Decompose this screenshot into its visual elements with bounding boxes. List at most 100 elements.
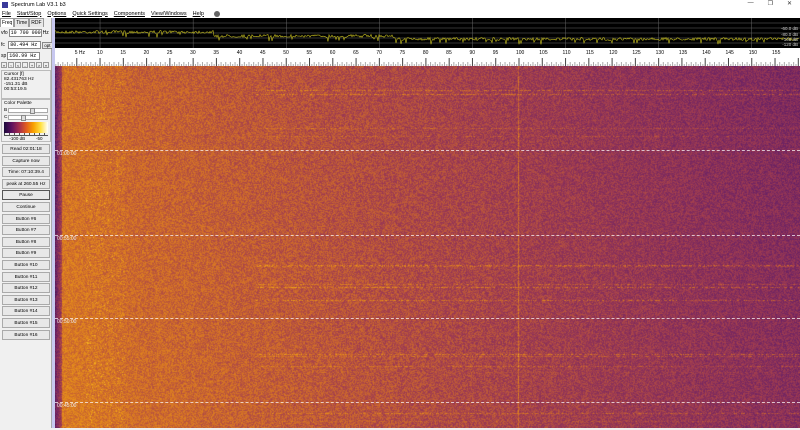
button-read-02-01-18[interactable]: Read 02:01:18 xyxy=(2,144,50,154)
vfo-label: vfo xyxy=(1,30,8,36)
freq-tick-label: 60 xyxy=(329,50,336,56)
freq-tick-label: 25 xyxy=(166,50,173,56)
db-label: -60.0 dB xyxy=(780,26,798,31)
brightness-slider[interactable] xyxy=(8,107,48,114)
waterfall-display[interactable]: 01:00:00 00:55:00 00:50:00 00:45:00 xyxy=(55,66,800,428)
palette-max: -50 xyxy=(36,136,43,141)
fast-right-button[interactable]: » xyxy=(43,62,49,68)
close-button[interactable]: ✕ xyxy=(787,0,792,7)
spectrum-plot[interactable]: -60.0 dB -80.0 dB -100 dB -120 dB xyxy=(54,18,800,48)
minimize-button[interactable]: — xyxy=(748,0,754,7)
app-icon xyxy=(2,1,8,8)
button-button-6[interactable]: Button #6 xyxy=(2,213,50,224)
left-button[interactable]: ‹ xyxy=(8,62,14,68)
button-pause[interactable]: Pause xyxy=(2,190,50,201)
button-button-12[interactable]: Button #12 xyxy=(2,283,50,294)
maximize-button[interactable]: ❐ xyxy=(768,0,773,7)
color-palette-bar xyxy=(4,122,48,133)
freq-tick-label: 95 xyxy=(492,50,499,56)
button-button-11[interactable]: Button #11 xyxy=(2,271,50,282)
fc-label: fc xyxy=(1,42,5,48)
palette-min: -100 dB xyxy=(9,136,26,141)
step-left-button[interactable]: < xyxy=(15,62,21,68)
window-title: Spectrum Lab V3.1 b3 xyxy=(11,1,66,8)
freq-tick-label: 115 xyxy=(585,50,594,56)
freq-tick-label: 30 xyxy=(190,50,196,56)
freq-tick-label: 130 xyxy=(655,50,664,56)
button-button-9[interactable]: Button #9 xyxy=(2,248,50,259)
button-button-7[interactable]: Button #7 xyxy=(2,225,50,236)
freq-tick-label: 145 xyxy=(725,50,734,56)
freq-tick-label: 150 xyxy=(748,50,758,56)
contrast-slider[interactable] xyxy=(8,114,48,121)
freq-tick-label: 75 xyxy=(399,50,406,56)
frequency-scale[interactable]: 5 Hz 10 15 20 25 30 35 40 45 50 55 60 65 70 75 80 85 90 95… xyxy=(53,48,800,66)
title-bar: Spectrum Lab V3.1 b3 — ❐ ✕ xyxy=(0,0,800,9)
center-freq-input[interactable]: 80.494 Hz xyxy=(8,41,42,49)
button-button-10[interactable]: Button #10 xyxy=(2,260,50,270)
freq-tick-label: 5 Hz xyxy=(74,50,86,56)
time-marker-line xyxy=(55,402,800,403)
freq-tick-label: 125 xyxy=(632,50,641,56)
tab-freq[interactable]: Freq xyxy=(0,18,15,27)
freq-tick-label: 105 xyxy=(539,50,548,56)
menu-bar: File Start/Stop Options Quick Settings C… xyxy=(0,9,800,18)
menu-start-stop[interactable]: Start/Stop xyxy=(17,11,41,17)
freq-tick-label: 45 xyxy=(259,50,266,56)
freq-tick-label: 20 xyxy=(143,50,150,56)
vfo-unit: Hz xyxy=(42,30,49,36)
menu-components[interactable]: Components xyxy=(114,11,145,17)
tab-time[interactable]: Time xyxy=(14,18,30,27)
zoom-out-button[interactable]: - xyxy=(22,62,28,68)
menu-quick-settings[interactable]: Quick Settings xyxy=(72,11,107,17)
step-right-button[interactable]: > xyxy=(36,62,42,68)
button-button-15[interactable]: Button #15 xyxy=(2,318,50,328)
menu-options[interactable]: Options xyxy=(47,11,66,17)
freq-tick-label: 10 xyxy=(97,50,103,56)
button-capture-now[interactable]: Capture now xyxy=(2,155,50,166)
freq-tick-label: 80 xyxy=(422,50,429,56)
freq-tick-label: 100 xyxy=(516,50,525,56)
button-button-8[interactable]: Button #8 xyxy=(2,236,50,247)
contrast-label: C xyxy=(4,114,8,120)
zoom-in-button[interactable]: + xyxy=(29,62,35,68)
time-marker-line xyxy=(55,150,800,151)
palette-title: Color Palette xyxy=(4,101,32,106)
button-button-16[interactable]: Button #16 xyxy=(2,329,50,340)
timestamp-label: 00:45:00 xyxy=(57,403,77,409)
timestamp-label: 01:00:00 xyxy=(57,151,77,157)
opt-button[interactable]: opt xyxy=(42,41,53,49)
waterfall-canvas xyxy=(55,66,800,428)
button-peak-at-260-55-hz[interactable]: peak at 260.55 Hz xyxy=(2,178,50,189)
timestamp-label: 00:50:00 xyxy=(57,319,77,325)
freq-tick-label: 90 xyxy=(469,50,475,56)
menu-help[interactable]: Help xyxy=(193,11,204,17)
freq-tick-label: 135 xyxy=(678,50,688,56)
tab-rdf[interactable]: RDF xyxy=(29,18,44,27)
spectrum-trace xyxy=(54,29,800,45)
freq-tick-label: 155 xyxy=(772,50,781,56)
span-input[interactable]: 160.99 Hz xyxy=(7,52,41,60)
freq-tick-label: 70 xyxy=(376,50,382,56)
freq-tick-label: 40 xyxy=(236,50,243,56)
button-continue[interactable]: Continue xyxy=(2,202,50,212)
menu-file[interactable]: File xyxy=(2,11,11,17)
vfo-input[interactable]: 10 700 000 xyxy=(8,29,42,37)
status-indicator-icon[interactable] xyxy=(213,10,220,17)
button-time-07-10-39-4[interactable]: Time: 07:10:39.4 xyxy=(2,167,50,178)
menu-view-windows[interactable]: View/Windows xyxy=(151,11,187,17)
button-button-13[interactable]: Button #13 xyxy=(2,294,50,305)
button-button-14[interactable]: Button #14 xyxy=(2,306,50,317)
freq-tick-label: 120 xyxy=(609,50,618,56)
color-palette-group: Color Palette B C -100 dB -50 xyxy=(1,99,51,142)
freq-tick-label: 55 xyxy=(306,50,313,56)
brightness-label: B xyxy=(4,107,8,113)
control-panel: Freq Time RDF vfo 10 700 000 Hz fc 80.49… xyxy=(0,18,53,428)
time-marker-line xyxy=(55,235,800,236)
db-label: -120 dB xyxy=(782,42,798,47)
cursor-time: 00:53:19.5 xyxy=(4,87,27,92)
fast-left-button[interactable]: « xyxy=(1,62,7,68)
freq-tick-label: 85 xyxy=(446,50,452,56)
freq-tick-label: 110 xyxy=(562,50,571,56)
cursor-info: Cursor [f] 82.431763 Hz -151.31 dB 00:53… xyxy=(1,70,51,99)
